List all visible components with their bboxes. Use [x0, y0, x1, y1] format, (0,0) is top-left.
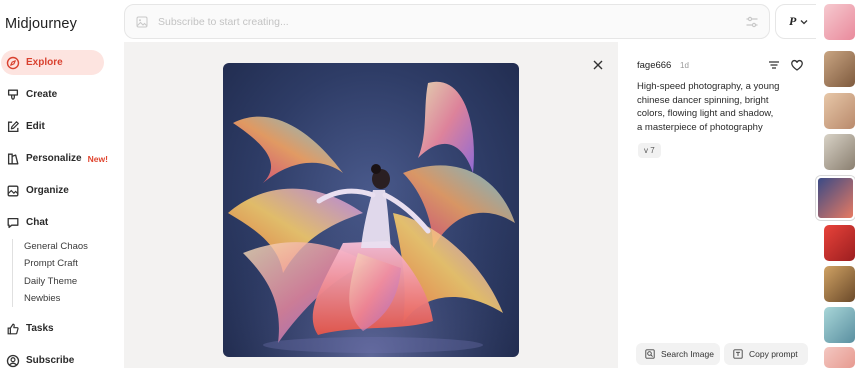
thumbnail[interactable] — [824, 51, 855, 87]
prompt-text: High-speed photography, a young chinese … — [637, 81, 780, 133]
search-image-label: Search Image — [661, 349, 714, 359]
chat-rooms-divider — [12, 239, 13, 307]
compass-icon — [6, 56, 20, 70]
mode-label: P — [789, 14, 797, 28]
nav-subscribe-label: Subscribe — [26, 355, 75, 366]
nav-create-label: Create — [26, 89, 58, 100]
nav-edit[interactable]: Edit — [1, 114, 104, 139]
close-icon[interactable] — [591, 58, 605, 72]
prompt-input[interactable] — [158, 15, 718, 28]
nav-organize-label: Organize — [26, 185, 69, 196]
thumbnail[interactable] — [824, 4, 855, 40]
sidebar: Midjourney Explore Create Edit Personali… — [0, 0, 124, 368]
post-age: 1d — [680, 61, 689, 70]
personalize-icon — [6, 152, 20, 166]
thumbnail[interactable] — [824, 134, 855, 170]
image-search-icon — [645, 349, 655, 359]
nav-chat[interactable]: Chat — [1, 210, 104, 235]
nav-tasks-label: Tasks — [26, 323, 54, 334]
dancer-illustration — [223, 63, 519, 357]
prompt-search-bar[interactable] — [124, 4, 770, 39]
thumbnail[interactable] — [824, 347, 855, 368]
chat-icon — [6, 216, 20, 230]
edit-icon — [6, 120, 20, 134]
nav-tasks[interactable]: Tasks — [1, 316, 104, 341]
nav-organize[interactable]: Organize — [1, 178, 104, 203]
brush-icon — [6, 88, 20, 102]
chevron-down-icon — [800, 19, 808, 24]
user-circle-icon — [6, 354, 20, 368]
app-logo[interactable]: Midjourney — [5, 16, 77, 32]
search-image-button[interactable]: Search Image — [636, 343, 720, 365]
nav-chat-label: Chat — [26, 217, 49, 228]
copy-prompt-button[interactable]: Copy prompt — [724, 343, 808, 365]
image-folder-icon — [6, 184, 20, 198]
thumbnail-strip[interactable] — [816, 0, 855, 368]
image-viewer — [124, 42, 618, 368]
heart-icon[interactable] — [790, 58, 804, 72]
nav-explore-label: Explore — [26, 57, 63, 68]
new-badge: New! — [87, 153, 108, 164]
thumbs-up-icon — [6, 322, 20, 336]
copy-prompt-label: Copy prompt — [749, 349, 798, 359]
copy-icon — [733, 349, 743, 359]
chat-room-prompt-craft[interactable]: Prompt Craft — [24, 258, 78, 269]
settings-sliders-icon[interactable] — [745, 15, 759, 29]
dancer-photo[interactable] — [223, 63, 519, 357]
thumbnail[interactable] — [824, 93, 855, 129]
image-details-panel: fage666 1d High-speed photography, a you… — [618, 42, 816, 368]
options-menu-icon[interactable] — [767, 58, 781, 72]
nav-create[interactable]: Create — [1, 82, 104, 107]
thumbnail[interactable] — [824, 266, 855, 302]
nav-subscribe[interactable]: Subscribe — [1, 348, 104, 368]
thumbnail[interactable] — [824, 307, 855, 343]
thumbnail[interactable] — [824, 225, 855, 261]
thumbnail-selected[interactable] — [816, 176, 855, 220]
nav-personalize-label: Personalize — [26, 153, 82, 164]
nav-personalize[interactable]: Personalize New! — [1, 146, 108, 171]
chat-room-general-chaos[interactable]: General Chaos — [24, 241, 88, 252]
nav-edit-label: Edit — [26, 121, 45, 132]
image-upload-icon[interactable] — [136, 16, 148, 28]
chat-room-newbies[interactable]: Newbies — [24, 293, 60, 304]
author-name[interactable]: fage666 — [637, 60, 671, 71]
chat-room-daily-theme[interactable]: Daily Theme — [24, 276, 77, 287]
nav-explore[interactable]: Explore — [1, 50, 104, 75]
version-badge: v 7 — [638, 143, 661, 158]
